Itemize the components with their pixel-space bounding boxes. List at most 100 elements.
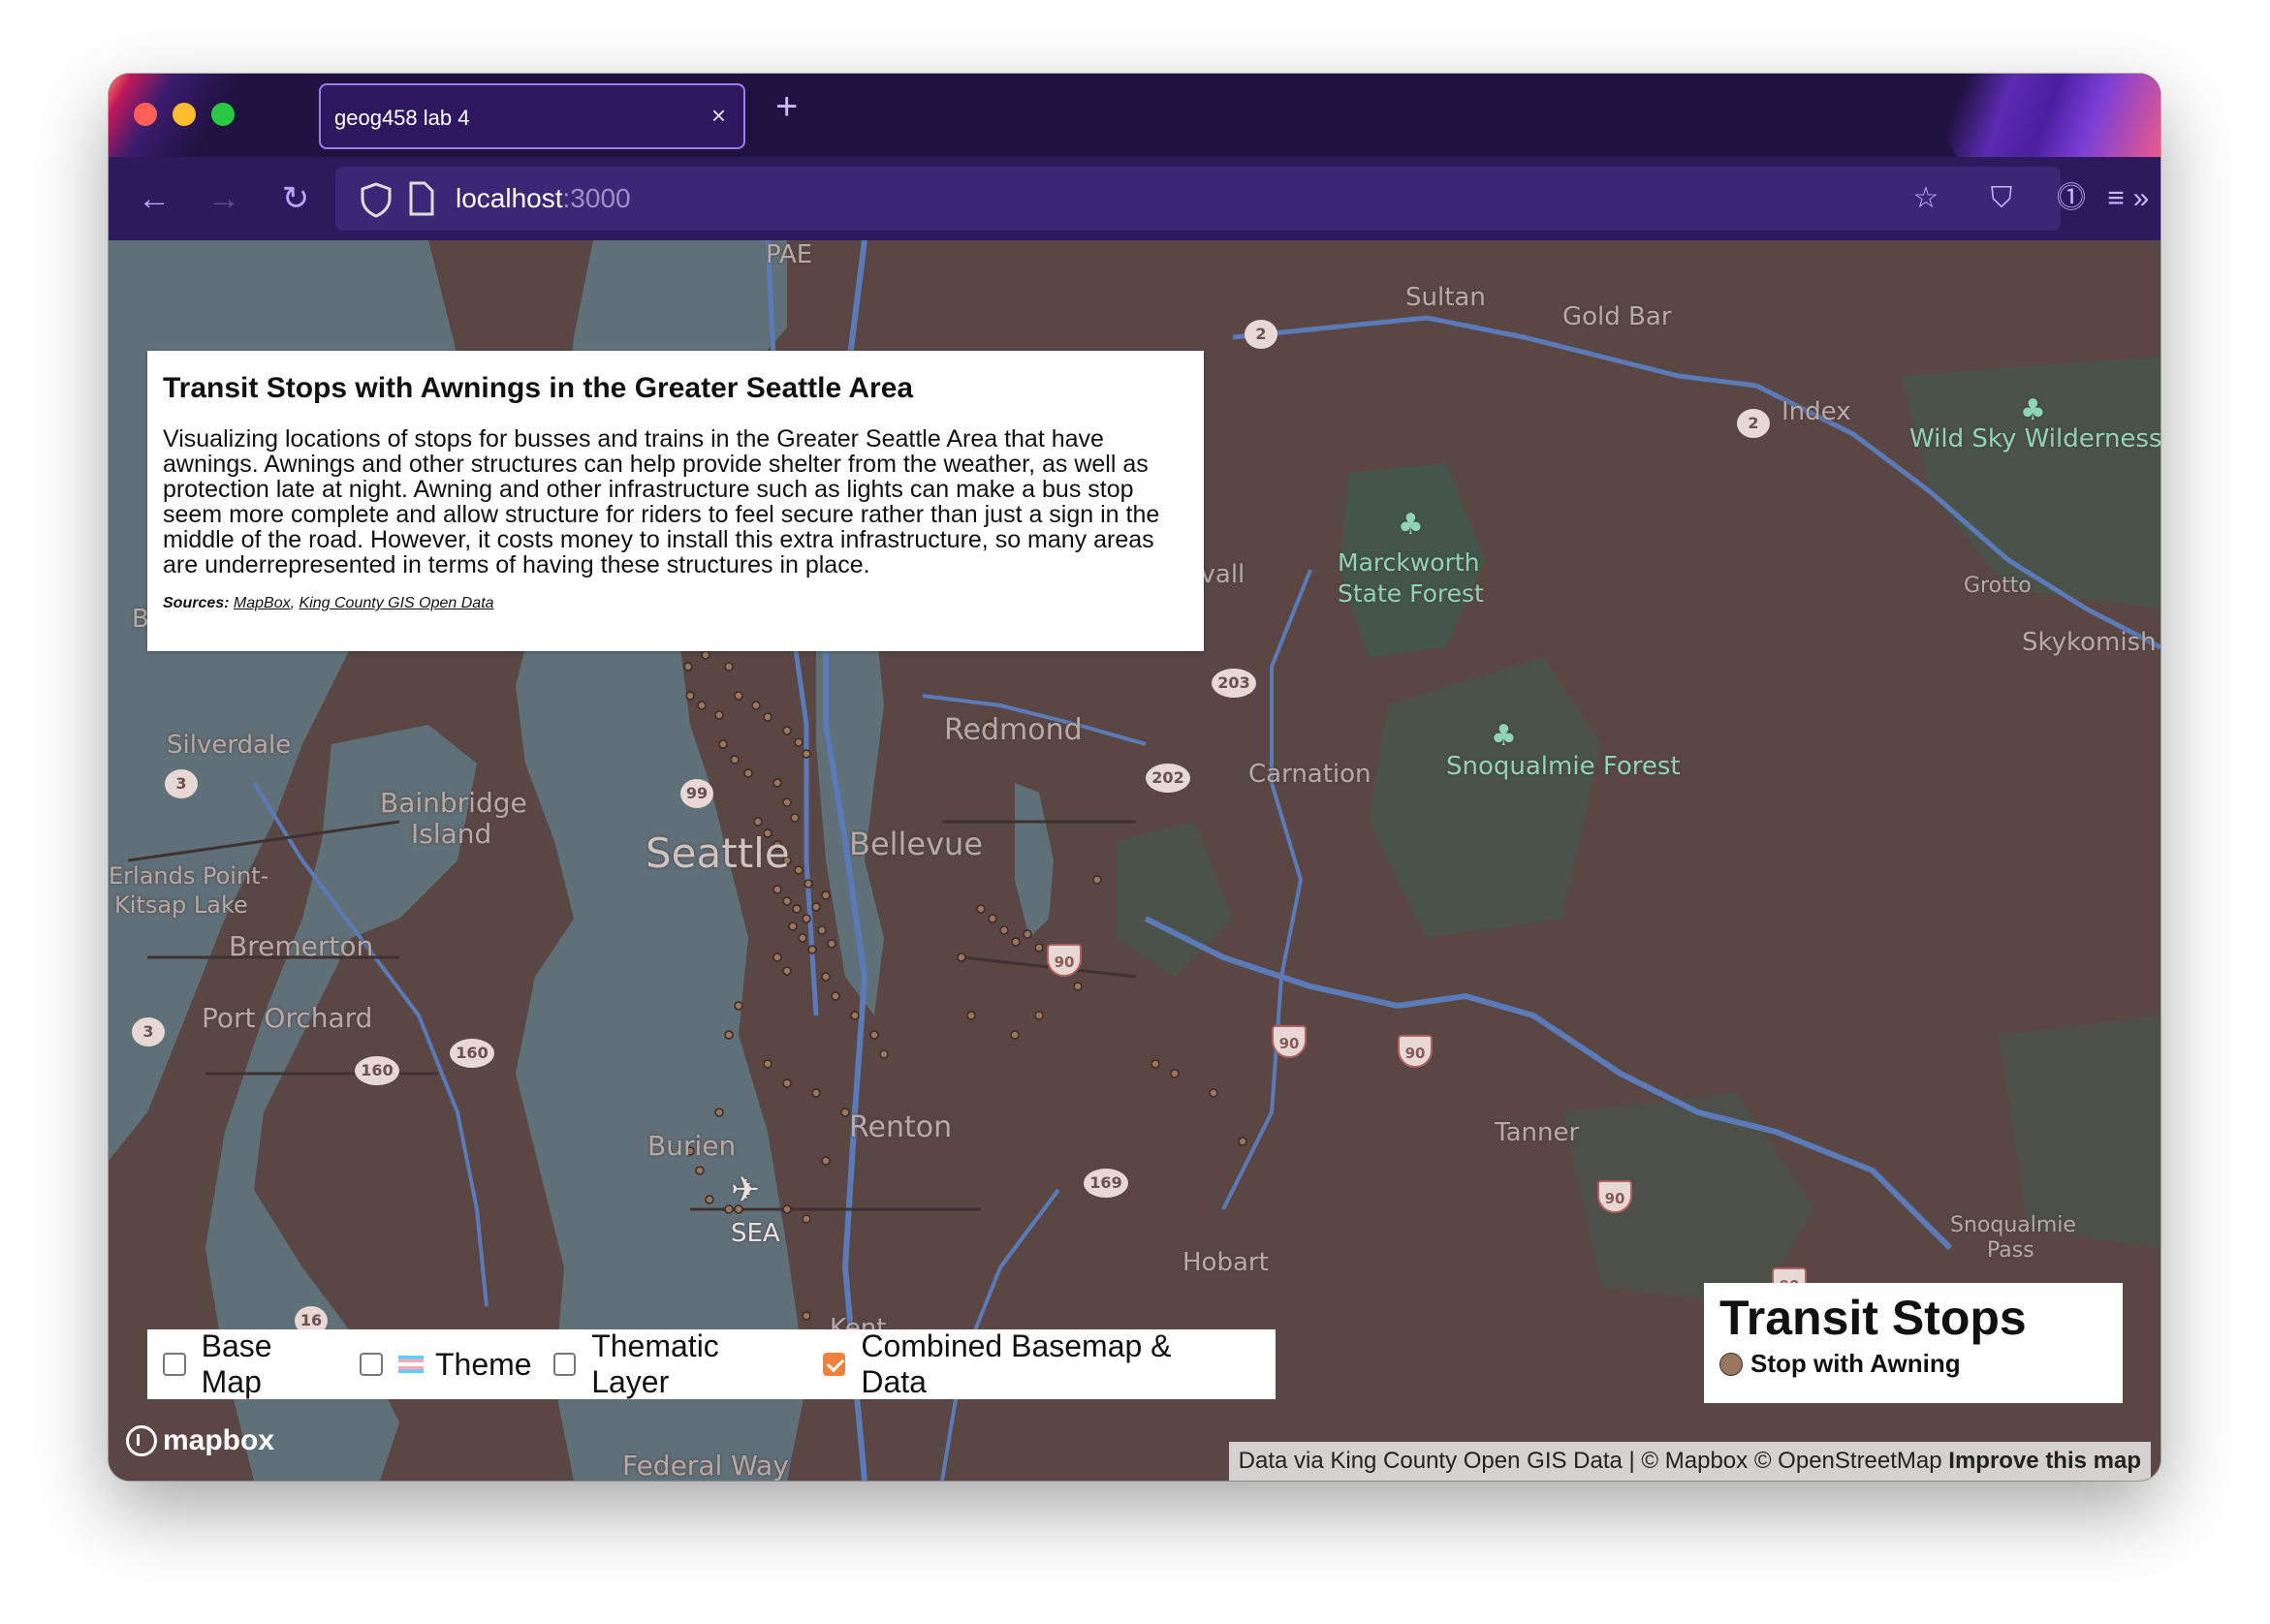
password-manager-icon[interactable]: ⓵ — [2047, 174, 2096, 223]
place-label: Pass — [1987, 1238, 2034, 1263]
place-label: Bremerton — [229, 930, 374, 962]
source-link-mapbox[interactable]: MapBox — [234, 595, 291, 611]
shield-icon[interactable] — [355, 178, 397, 221]
info-title: Transit Stops with Awnings in the Greate… — [163, 372, 914, 404]
browser-window: geog458 lab 4 × + ← → ↻ localhost:3000 ☆… — [109, 74, 2160, 1481]
tab-title: geog458 lab 4 — [334, 106, 470, 130]
toggle-theme[interactable]: Theme — [359, 1346, 532, 1383]
place-label: Kitsap Lake — [114, 891, 248, 919]
theme-checkbox[interactable] — [359, 1353, 383, 1376]
url-host: localhost — [456, 183, 563, 213]
legend-item-label: Stop with Awning — [1750, 1349, 1961, 1378]
place-label: Hobart — [1182, 1248, 1269, 1277]
route-shield: 3 — [132, 1017, 165, 1046]
flag-icon — [397, 1356, 424, 1373]
toggle-base-map[interactable]: Base Map — [163, 1328, 338, 1400]
base-map-checkbox[interactable] — [163, 1353, 186, 1376]
mapbox-wordmark: mapbox — [163, 1424, 275, 1456]
place-label: Gold Bar — [1562, 302, 1672, 331]
place-label: Snoqualmie Forest — [1446, 752, 1681, 781]
place-label: Snoqualmie — [1950, 1213, 2076, 1237]
route-shield: 160 — [450, 1039, 494, 1068]
toggle-label: Combined Basemap & Data — [861, 1328, 1172, 1399]
place-label: State Forest — [1338, 579, 1484, 608]
sources-label: Sources: — [163, 595, 230, 611]
route-shield: 203 — [1212, 669, 1256, 698]
theme-decoration — [1913, 74, 2160, 157]
nav-bar: ← → ↻ localhost:3000 ☆ ⛉ ⓵ » ≡ — [109, 157, 2160, 240]
info-body: Visualizing locations of stops for busse… — [163, 425, 1160, 578]
map-attribution: Data via King County Open GIS Data | © M… — [1228, 1442, 2151, 1481]
close-tab-icon[interactable]: × — [711, 101, 726, 131]
thematic-layer-checkbox[interactable] — [552, 1353, 577, 1376]
place-label: Redmond — [944, 713, 1083, 747]
page-icon — [409, 181, 434, 216]
layer-toggle-bar: Base Map Theme Thematic Layer Combined B… — [147, 1328, 1276, 1400]
toggle-thematic-layer[interactable]: Thematic Layer — [552, 1328, 802, 1400]
route-shield: 2 — [1737, 409, 1770, 438]
place-label: Grotto — [1964, 574, 2032, 598]
place-label: Burien — [647, 1130, 737, 1162]
toggle-label: Base Map — [201, 1328, 272, 1399]
route-shield: 3 — [165, 769, 198, 798]
source-link-king-county[interactable]: King County GIS Open Data — [300, 595, 494, 611]
sources-line: Sources: MapBox, King County GIS Open Da… — [163, 595, 1188, 612]
place-label: Carnation — [1248, 760, 1371, 789]
forward-button[interactable]: → — [200, 174, 248, 223]
reload-button[interactable]: ↻ — [271, 174, 320, 223]
place-label: Wild Sky Wilderness — [1909, 424, 2160, 453]
place-label: Silverdale — [167, 731, 292, 760]
back-button[interactable]: ← — [130, 174, 178, 223]
park-icon: ♣ — [1398, 508, 1424, 542]
park-icon: ♣ — [2020, 393, 2046, 427]
place-label: Bainbridge — [380, 787, 527, 819]
toggle-label: Thematic Layer — [591, 1328, 719, 1399]
improve-map-link[interactable]: Improve this map — [1948, 1448, 2141, 1474]
toggle-combined[interactable]: Combined Basemap & Data — [822, 1328, 1239, 1400]
place-label: Island — [411, 818, 492, 850]
legend-title: Transit Stops — [1719, 1291, 2027, 1345]
place-label: Federal Way — [622, 1450, 789, 1481]
legend-item: Stop with Awning — [1719, 1349, 2107, 1379]
place-label: Sultan — [1405, 283, 1486, 312]
bookmark-star-icon[interactable]: ☆ — [1902, 174, 1950, 223]
url-bar[interactable]: localhost:3000 ☆ — [335, 167, 2061, 231]
app-menu-icon[interactable]: ≡ — [2092, 174, 2140, 223]
tab-strip: geog458 lab 4 × + — [109, 74, 2160, 157]
place-label: Tanner — [1495, 1118, 1580, 1147]
place-label: Skykomish — [2022, 628, 2157, 657]
route-shield: 160 — [355, 1056, 399, 1085]
route-shield: 169 — [1084, 1169, 1128, 1198]
place-label: Bellevue — [849, 826, 984, 862]
minimize-window-button[interactable] — [173, 103, 196, 126]
tab-active[interactable]: geog458 lab 4 × — [319, 83, 745, 149]
pocket-icon[interactable]: ⛉ — [1977, 174, 2026, 223]
new-tab-button[interactable]: + — [775, 85, 798, 129]
route-shield: 99 — [680, 779, 713, 808]
place-label: Marckworth — [1338, 548, 1480, 577]
place-label: Erlands Point- — [109, 862, 269, 890]
attribution-text: Data via King County Open GIS Data | © M… — [1238, 1448, 1942, 1474]
place-label: PAE — [766, 240, 813, 269]
place-label: Seattle — [646, 829, 790, 877]
map-legend: Transit Stops Stop with Awning — [1704, 1283, 2123, 1403]
toggle-label: Theme — [434, 1346, 532, 1382]
route-shield: 202 — [1146, 764, 1190, 793]
stop-marker-icon — [1719, 1352, 1743, 1376]
place-label: Port Orchard — [202, 1002, 373, 1034]
info-panel: Transit Stops with Awnings in the Greate… — [147, 351, 1204, 651]
place-label: Index — [1781, 397, 1851, 426]
source-separator: , — [290, 595, 296, 611]
place-label: SEA — [731, 1219, 780, 1248]
close-window-button[interactable] — [134, 103, 157, 126]
mapbox-logo-icon — [126, 1425, 157, 1456]
url-port: :3000 — [562, 183, 631, 213]
combined-checkbox[interactable] — [822, 1353, 846, 1376]
map-canvas[interactable]: PAE Sultan Gold Bar Index Wild Sky Wilde… — [109, 240, 2160, 1481]
route-shield: 2 — [1245, 320, 1277, 349]
place-label: Renton — [849, 1110, 953, 1144]
park-icon: ♣ — [1491, 719, 1517, 753]
zoom-window-button[interactable] — [211, 103, 235, 126]
url-text[interactable]: localhost:3000 — [456, 183, 631, 214]
mapbox-logo[interactable]: mapbox — [126, 1424, 274, 1457]
